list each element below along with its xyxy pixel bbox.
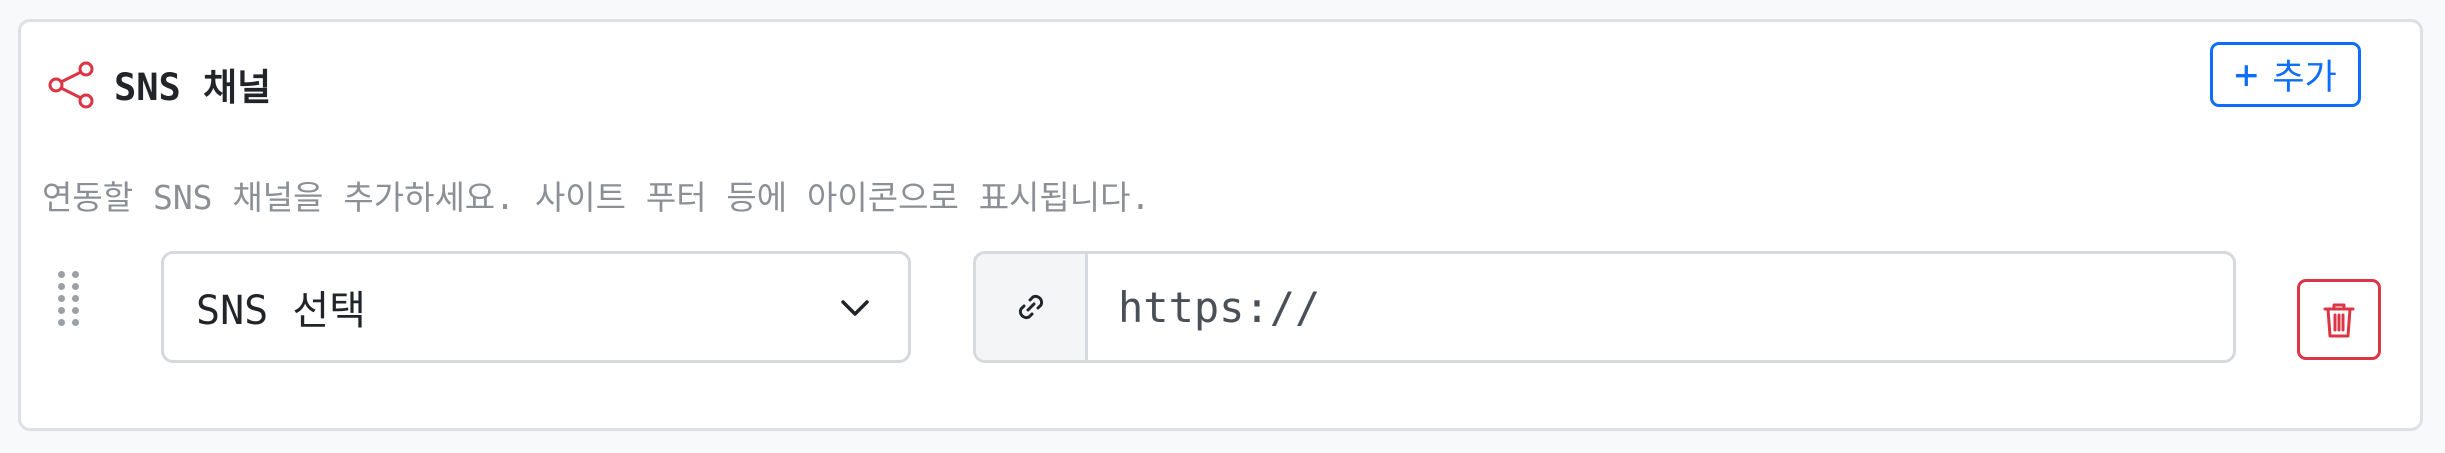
drag-handle-icon[interactable] bbox=[58, 271, 80, 343]
chevron-down-icon bbox=[841, 300, 869, 316]
url-prefix bbox=[976, 254, 1088, 360]
link-icon bbox=[1018, 294, 1043, 320]
sns-select-value: SNS 선택 bbox=[196, 288, 366, 334]
section-title: SNS 채널 bbox=[114, 66, 272, 109]
sns-channel-card bbox=[18, 19, 2423, 431]
url-input-group bbox=[973, 251, 2236, 363]
delete-channel-button[interactable] bbox=[2297, 279, 2381, 360]
trash-icon bbox=[2323, 303, 2355, 337]
section-description: 연동할 SNS 채널을 추가하세요. 사이트 푸터 등에 아이콘으로 표시됩니다… bbox=[42, 178, 1151, 217]
add-button-label: 추가 bbox=[2272, 58, 2337, 98]
plus-icon: + bbox=[2234, 51, 2259, 98]
url-input[interactable] bbox=[1088, 254, 2228, 360]
sns-select-dropdown[interactable]: SNS 선택 bbox=[161, 251, 911, 363]
add-channel-button[interactable]: + 추가 bbox=[2210, 42, 2361, 107]
share-icon bbox=[48, 61, 94, 109]
